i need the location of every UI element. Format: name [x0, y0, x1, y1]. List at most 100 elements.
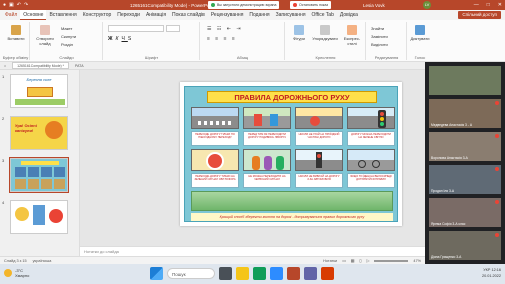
slide-title[interactable]: ПРАВИЛА ДОРОЖНЬОГО РУХУ: [207, 91, 377, 103]
slide-footer-text[interactable]: Кращий спосіб зберегти життя на дорозі -…: [191, 213, 393, 221]
reading-view-icon[interactable]: ▯: [359, 258, 361, 263]
tab-file[interactable]: Файл: [2, 10, 20, 20]
tab-animations[interactable]: Анімація: [143, 10, 169, 20]
list-buttons[interactable]: ☰ ☷ ⇤ ⇥: [207, 26, 243, 32]
participant-tile[interactable]: [429, 66, 501, 95]
font-size-select[interactable]: [166, 25, 180, 32]
participant-tile[interactable]: Діана Грищенко 3-А: [429, 231, 501, 260]
rule-caption[interactable]: ПЕРЕД ТИМ ЯК ПЕРЕХОДИТИ ДОРОГУ ПОДИВИСЬ …: [243, 131, 291, 146]
tab-transitions[interactable]: Переходи: [114, 10, 143, 20]
weather-icon: [4, 269, 12, 277]
rule-caption[interactable]: ПЕРЕХОДЬ ДОРОГУ ТІЛЬКИ НА ЗЕЛЕНИЙ СИГНАЛ…: [191, 173, 239, 188]
slide-editor[interactable]: ПРАВИЛА ДОРОЖНЬОГО РУХУ ПЕРЕХОДЬ ДОРОГУ …: [80, 70, 425, 246]
maximize-icon[interactable]: □: [487, 2, 490, 8]
street-scene-image[interactable]: [191, 191, 393, 211]
system-tray[interactable]: УКР 12:16 20.01.2022: [482, 267, 501, 279]
tab-design[interactable]: Конструктор: [80, 10, 115, 20]
section-button[interactable]: Розділ: [61, 42, 73, 47]
rule-caption[interactable]: НЕ МОЖНА ПЕРЕХОДИТИ НА ЧЕРВОНИЙ СИГНАЛ: [243, 173, 291, 188]
slide-thumbnail[interactable]: 1 Березня скле: [2, 74, 68, 108]
picture-no-playing[interactable]: [295, 107, 343, 129]
save-icon[interactable]: ▣: [9, 2, 14, 8]
weather-widget[interactable]: -3°C Хмарно: [4, 268, 29, 278]
muted-mic-icon: [495, 101, 499, 105]
quick-styles-button[interactable]: Експрес-стилі: [340, 25, 364, 46]
layout-button[interactable]: Макет: [61, 26, 72, 31]
minimize-icon[interactable]: —: [474, 2, 479, 8]
redo-icon[interactable]: ↷: [24, 2, 28, 8]
font-name-select[interactable]: [108, 25, 164, 32]
paste-button[interactable]: Вставити: [6, 25, 26, 41]
language-indicator[interactable]: українська: [33, 259, 52, 263]
participant-tile[interactable]: Воронова Анастасія 3-А: [429, 132, 501, 161]
tab-office-tab[interactable]: Office Tab: [309, 10, 337, 20]
rule-caption[interactable]: ЯКЩО ТИ ЇДЕШ НА ВЕЛОСИПЕДІ ДОТРИМУЙСЯ ПР…: [347, 173, 395, 188]
avatar[interactable]: LV: [423, 1, 431, 9]
tab-insert[interactable]: Вставлення: [46, 10, 79, 20]
slide-thumbnail[interactable]: 3: [2, 157, 69, 193]
home-icon[interactable]: ⌂: [4, 64, 6, 68]
clock-date[interactable]: 20.01.2022: [482, 273, 501, 279]
tab-record[interactable]: Записування: [273, 10, 309, 20]
tab-review[interactable]: Рецензування: [208, 10, 247, 20]
stop-share-button[interactable]: Остановить показ: [290, 1, 332, 9]
notes-toggle[interactable]: Нотатки: [323, 259, 337, 263]
participant-tile[interactable]: Медведева Анастасія 3 - А: [429, 99, 501, 128]
autosave-icon[interactable]: ●: [3, 2, 6, 8]
tab-help[interactable]: Довідка: [337, 10, 361, 20]
align-buttons[interactable]: ≡ ≡ ≡ ≡: [207, 36, 237, 42]
picture-look-left[interactable]: [243, 107, 291, 129]
new-slide-button[interactable]: Створити слайд: [33, 25, 57, 46]
normal-view-icon[interactable]: ▭: [342, 258, 346, 263]
sorter-view-icon[interactable]: ▦: [351, 258, 355, 263]
language-tray[interactable]: УКР: [483, 268, 490, 272]
dictate-button[interactable]: Диктувати: [410, 25, 430, 41]
picture-traffic-light[interactable]: [347, 107, 395, 129]
teams-icon[interactable]: [304, 267, 317, 280]
reset-button[interactable]: Скинути: [61, 34, 76, 39]
zoom-level[interactable]: 47%: [413, 259, 421, 263]
notes-pane[interactable]: Нотатки до слайда: [80, 246, 425, 256]
select-button[interactable]: Виділити: [371, 42, 388, 47]
picture-stop-sign[interactable]: [191, 149, 239, 171]
share-button[interactable]: Спільний доступ: [458, 11, 501, 19]
file-explorer-icon[interactable]: [236, 267, 249, 280]
find-button[interactable]: Знайти: [371, 26, 384, 31]
tab-view[interactable]: Подання: [246, 10, 272, 20]
close-icon[interactable]: ✕: [498, 2, 502, 8]
zoom-app-icon[interactable]: [270, 267, 283, 280]
picture-children[interactable]: [243, 149, 291, 171]
font-format-buttons[interactable]: ЖКЧS: [108, 36, 134, 42]
shapes-button[interactable]: Фігури: [288, 25, 310, 41]
editing-group: Знайти Замінити Виділити Редагування: [367, 22, 407, 60]
task-view-icon[interactable]: [219, 267, 232, 280]
office-icon[interactable]: [321, 267, 334, 280]
replace-button[interactable]: Замінити: [371, 34, 388, 39]
undo-icon[interactable]: ↶: [17, 2, 21, 8]
participant-tile[interactable]: Ярема Софія 3-А клас: [429, 198, 501, 227]
clock-time[interactable]: 12:16: [491, 268, 501, 272]
picture-bicycle[interactable]: [347, 149, 395, 171]
browser-icon[interactable]: [253, 267, 266, 280]
tab-home[interactable]: Основне: [20, 10, 47, 20]
slide-thumbnail[interactable]: 4: [2, 200, 68, 234]
picture-red-light[interactable]: [295, 149, 343, 171]
start-icon[interactable]: [150, 267, 163, 280]
slideshow-icon[interactable]: ▷: [366, 258, 369, 263]
rule-caption[interactable]: НІКОЛИ НЕ ГРАЙ НА ПРОЇЗДЖІЙ ЧАСТИНІ ДОРО…: [295, 131, 343, 146]
picture-crosswalk[interactable]: [191, 107, 239, 129]
slide-thumbnail[interactable]: 2 Ура! Осінні канікули!: [2, 116, 68, 150]
user-name[interactable]: Lesia Vovk: [363, 3, 385, 8]
powerpoint-icon[interactable]: [287, 267, 300, 280]
tab-slideshow[interactable]: Показ слайдів: [169, 10, 208, 20]
arrange-button[interactable]: Упорядкувати: [312, 25, 338, 41]
taskbar-search[interactable]: Пошук: [167, 268, 215, 279]
slides-pane[interactable]: 1 Березня скле 2 Ура! Осінні канікули! 3…: [0, 70, 80, 256]
rule-caption[interactable]: ПЕРЕХОДЬ ДОРОГУ ТІЛЬКИ ПО ПІШОХІДНОМУ ПЕ…: [191, 131, 239, 146]
participant-tile[interactable]: Продан Іля 3-А: [429, 165, 501, 194]
zoom-slider[interactable]: [374, 259, 409, 262]
rule-caption[interactable]: ДОРОГУ МОЖНА ПЕРЕХОДИТИ НА ЗЕЛЕНЕ СВІТЛО: [347, 131, 395, 146]
current-slide[interactable]: ПРАВИЛА ДОРОЖНЬОГО РУХУ ПЕРЕХОДЬ ДОРОГУ …: [180, 82, 402, 226]
rule-caption[interactable]: НІКОЛИ НЕ ВИБІГАЙ НА ДОРОГУ З-ЗА АВТОМОБ…: [295, 173, 343, 188]
document-tab[interactable]: 1265161Compatibility Mode) *: [12, 62, 70, 69]
